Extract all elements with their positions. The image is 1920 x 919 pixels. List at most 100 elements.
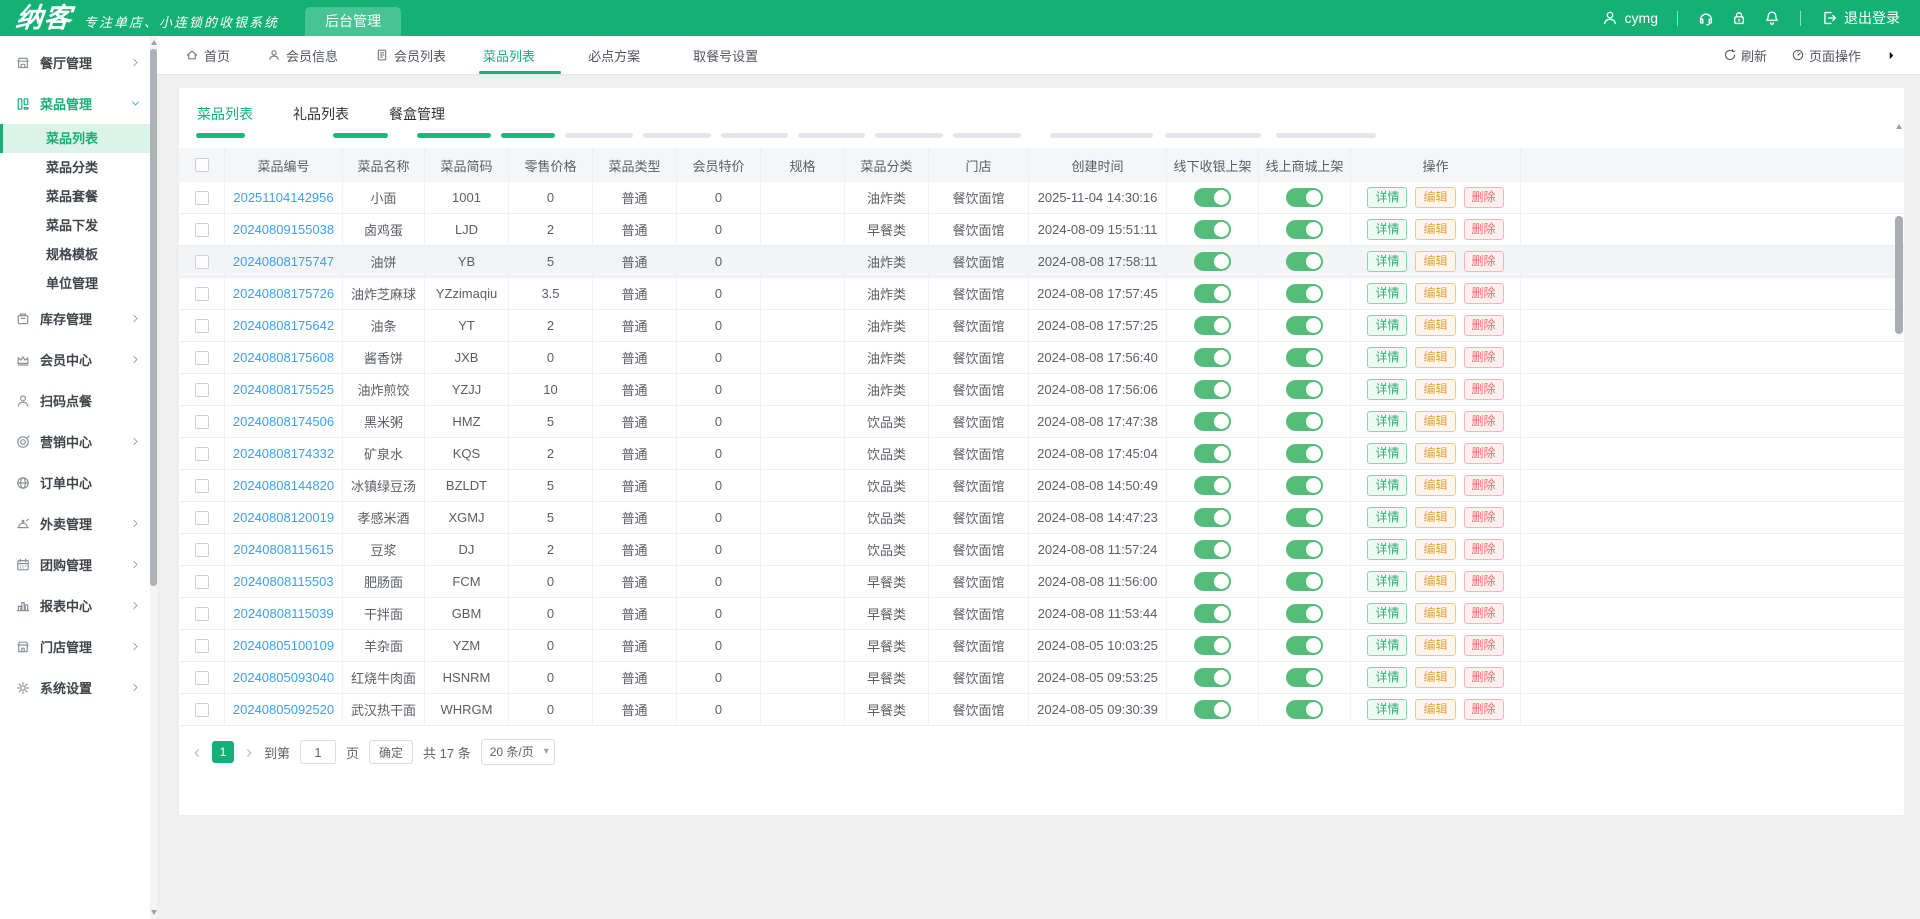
edit-button[interactable]: 编辑 [1415, 315, 1455, 336]
tab-0[interactable]: 首页 [185, 36, 230, 74]
online-shelf-toggle[interactable] [1286, 220, 1323, 239]
dish-id-link[interactable]: 20240809155038 [233, 222, 334, 237]
row-checkbox[interactable] [195, 671, 209, 685]
detail-button[interactable]: 详情 [1367, 219, 1407, 240]
sidebar-item-6[interactable]: 订单中心 [0, 462, 150, 503]
edit-button[interactable]: 编辑 [1415, 635, 1455, 656]
sidebar-subitem-0[interactable]: 菜品列表 [0, 124, 150, 153]
detail-button[interactable]: 详情 [1367, 187, 1407, 208]
detail-button[interactable]: 详情 [1367, 379, 1407, 400]
dish-id-link[interactable]: 20240805093040 [233, 670, 334, 685]
offline-shelf-toggle[interactable] [1194, 252, 1231, 271]
delete-button[interactable]: 删除 [1464, 667, 1504, 688]
dish-id-link[interactable]: 20240808120019 [233, 510, 334, 525]
subtab-1[interactable]: 礼品列表 [293, 104, 349, 124]
dish-id-link[interactable]: 20240808144820 [233, 478, 334, 493]
backend-admin-tab[interactable]: 后台管理 [305, 7, 401, 36]
delete-button[interactable]: 删除 [1464, 539, 1504, 560]
delete-button[interactable]: 删除 [1464, 475, 1504, 496]
detail-button[interactable]: 详情 [1367, 635, 1407, 656]
offline-shelf-toggle[interactable] [1194, 636, 1231, 655]
next-page-button[interactable]: › [244, 742, 254, 762]
online-shelf-toggle[interactable] [1286, 668, 1323, 687]
dish-id-link[interactable]: 20240808175747 [233, 254, 334, 269]
detail-button[interactable]: 详情 [1367, 251, 1407, 272]
sidebar-item-5[interactable]: 营销中心 [0, 421, 150, 462]
edit-button[interactable]: 编辑 [1415, 283, 1455, 304]
user-menu[interactable]: cymg [1601, 9, 1658, 27]
sidebar-item-11[interactable]: 系统设置 [0, 667, 150, 708]
delete-button[interactable]: 删除 [1464, 315, 1504, 336]
dish-id-link[interactable]: 20240808174506 [233, 414, 334, 429]
delete-button[interactable]: 删除 [1464, 603, 1504, 624]
online-shelf-toggle[interactable] [1286, 508, 1323, 527]
dish-id-link[interactable]: 20240808174332 [233, 446, 334, 461]
detail-button[interactable]: 详情 [1367, 475, 1407, 496]
online-shelf-toggle[interactable] [1286, 188, 1323, 207]
page-size-select[interactable]: 20 条/页 ▾ [481, 739, 555, 765]
tab-5[interactable]: 取餐号设置 [693, 36, 774, 74]
offline-shelf-toggle[interactable] [1194, 604, 1231, 623]
sidebar-subitem-5[interactable]: 单位管理 [0, 269, 150, 298]
row-checkbox[interactable] [195, 511, 209, 525]
detail-button[interactable]: 详情 [1367, 667, 1407, 688]
delete-button[interactable]: 删除 [1464, 251, 1504, 272]
scroll-up-arrow[interactable] [151, 40, 157, 45]
row-checkbox[interactable] [195, 415, 209, 429]
row-checkbox[interactable] [195, 287, 209, 301]
online-shelf-toggle[interactable] [1286, 572, 1323, 591]
offline-shelf-toggle[interactable] [1194, 476, 1231, 495]
edit-button[interactable]: 编辑 [1415, 187, 1455, 208]
detail-button[interactable]: 详情 [1367, 315, 1407, 336]
edit-button[interactable]: 编辑 [1415, 219, 1455, 240]
sidebar-item-10[interactable]: 门店管理 [0, 626, 150, 667]
edit-button[interactable]: 编辑 [1415, 379, 1455, 400]
tab-3[interactable]: 菜品列表 [483, 36, 551, 74]
online-shelf-toggle[interactable] [1286, 604, 1323, 623]
detail-button[interactable]: 详情 [1367, 507, 1407, 528]
offline-shelf-toggle[interactable] [1194, 348, 1231, 367]
dish-id-link[interactable]: 20240808115615 [233, 542, 333, 557]
detail-button[interactable]: 详情 [1367, 347, 1407, 368]
online-shelf-toggle[interactable] [1286, 700, 1323, 719]
row-checkbox[interactable] [195, 255, 209, 269]
row-checkbox[interactable] [195, 639, 209, 653]
confirm-button[interactable]: 确定 [369, 740, 413, 764]
offline-shelf-toggle[interactable] [1194, 188, 1231, 207]
scrollbar-thumb[interactable] [1895, 216, 1903, 334]
delete-button[interactable]: 删除 [1464, 635, 1504, 656]
table-scrollbar[interactable] [1895, 124, 1903, 801]
offline-shelf-toggle[interactable] [1194, 380, 1231, 399]
edit-button[interactable]: 编辑 [1415, 475, 1455, 496]
offline-shelf-toggle[interactable] [1194, 540, 1231, 559]
delete-button[interactable]: 删除 [1464, 443, 1504, 464]
row-checkbox[interactable] [195, 351, 209, 365]
online-shelf-toggle[interactable] [1286, 380, 1323, 399]
scroll-up-arrow[interactable] [1896, 124, 1902, 129]
tab-2[interactable]: 会员列表 [375, 36, 446, 74]
dish-id-link[interactable]: 20240808175525 [233, 382, 334, 397]
detail-button[interactable]: 详情 [1367, 699, 1407, 720]
delete-button[interactable]: 删除 [1464, 699, 1504, 720]
delete-button[interactable]: 删除 [1464, 411, 1504, 432]
delete-button[interactable]: 删除 [1464, 219, 1504, 240]
edit-button[interactable]: 编辑 [1415, 443, 1455, 464]
row-checkbox[interactable] [195, 223, 209, 237]
page-operations-button[interactable]: 页面操作 [1791, 46, 1861, 65]
offline-shelf-toggle[interactable] [1194, 220, 1231, 239]
sidebar-item-2[interactable]: 库存管理 [0, 298, 150, 339]
logout-button[interactable]: 退出登录 [1820, 8, 1900, 28]
row-checkbox[interactable] [195, 703, 209, 717]
edit-button[interactable]: 编辑 [1415, 347, 1455, 368]
row-checkbox[interactable] [195, 607, 209, 621]
offline-shelf-toggle[interactable] [1194, 700, 1231, 719]
detail-button[interactable]: 详情 [1367, 283, 1407, 304]
edit-button[interactable]: 编辑 [1415, 667, 1455, 688]
online-shelf-toggle[interactable] [1286, 476, 1323, 495]
online-shelf-toggle[interactable] [1286, 316, 1323, 335]
sidebar-subitem-3[interactable]: 菜品下发 [0, 211, 150, 240]
offline-shelf-toggle[interactable] [1194, 668, 1231, 687]
detail-button[interactable]: 详情 [1367, 539, 1407, 560]
lock-icon[interactable] [1730, 9, 1748, 27]
sidebar-item-0[interactable]: 餐厅管理 [0, 42, 150, 83]
